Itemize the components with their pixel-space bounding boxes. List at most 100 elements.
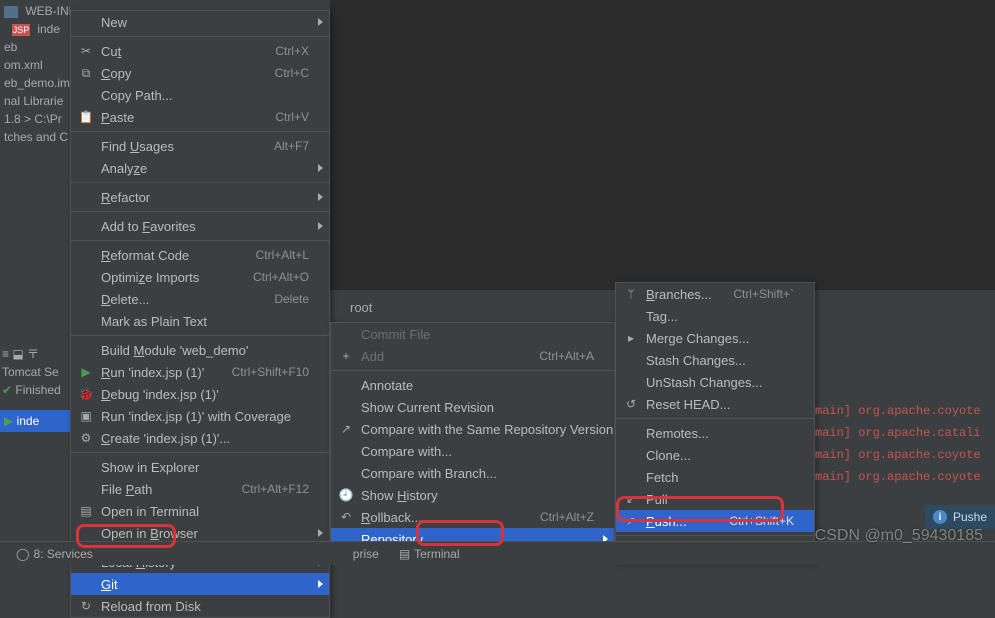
menu-item-new[interactable]: New [71, 11, 329, 33]
menu-item-show-current-revision[interactable]: Show Current Revision [331, 396, 614, 418]
menu-item-commit-file: Commit File [331, 323, 614, 345]
blank-icon [77, 137, 95, 155]
menu-item-clone[interactable]: Clone... [616, 444, 814, 466]
tree-item[interactable]: tches and C [4, 128, 66, 146]
blank-icon [77, 312, 95, 330]
prise-tab[interactable]: prise [353, 547, 379, 561]
menu-item-label: Build Module 'web_demo' [101, 343, 309, 358]
menu-item-cut[interactable]: ✂CutCtrl+X [71, 40, 329, 62]
menu-item-unstash-changes[interactable]: UnStash Changes... [616, 371, 814, 393]
menu-item-debug-index-jsp-1[interactable]: 🐞Debug 'index.jsp (1)' [71, 383, 329, 405]
menu-item-label: Run 'index.jsp (1)' [101, 365, 222, 380]
tree-folder[interactable]: WEB-INF [4, 2, 66, 20]
menu-item-analyze[interactable]: Analyze [71, 157, 329, 179]
menu-item-reload-from-disk[interactable]: ↻Reload from Disk [71, 595, 329, 617]
context-menu-file[interactable]: New ✂CutCtrl+X⧉CopyCtrl+CCopy Path...📋Pas… [70, 10, 330, 618]
menu-item-stash-changes[interactable]: Stash Changes... [616, 349, 814, 371]
menu-item-create-index-jsp-1[interactable]: ⚙Create 'index.jsp (1)'... [71, 427, 329, 449]
menu-item-tag[interactable]: Tag... [616, 305, 814, 327]
blank-icon [77, 86, 95, 104]
menu-item-pull[interactable]: ↙ Pull [616, 488, 814, 510]
menu-separator [71, 182, 329, 183]
menu-item-reset-head[interactable]: ↺Reset HEAD... [616, 393, 814, 415]
menu-separator [616, 535, 814, 536]
menu-item-compare-with-the-same-repository-version[interactable]: ↗Compare with the Same Repository Versio… [331, 418, 614, 440]
menu-item-branches[interactable]: ᛘBranches...Ctrl+Shift+` [616, 283, 814, 305]
menu-item-copy-path[interactable]: Copy Path... [71, 84, 329, 106]
menu-item-find-usages[interactable]: Find UsagesAlt+F7 [71, 135, 329, 157]
terminal-tab[interactable]: ▤ Terminal [399, 547, 460, 561]
menu-item-git[interactable]: Git [71, 573, 329, 595]
menu-separator [71, 240, 329, 241]
chevron-right-icon [318, 164, 323, 172]
tool-title[interactable]: Tomcat Se [0, 363, 70, 381]
menu-item-label: Commit File [361, 327, 594, 342]
menu-item-delete[interactable]: Delete...Delete [71, 288, 329, 310]
menu-item-compare-with[interactable]: Compare with... [331, 440, 614, 462]
pull-icon: ↙ [622, 490, 640, 508]
tree-file[interactable]: JSP inde [4, 20, 66, 38]
menu-separator [616, 418, 814, 419]
tree-item[interactable]: om.xml [4, 56, 66, 74]
menu-item-push[interactable]: ↗Push...Ctrl+Shift+K [616, 510, 814, 532]
menu-item-run-index-jsp-1-with-coverage[interactable]: ▣Run 'index.jsp (1)' with Coverage [71, 405, 329, 427]
console-line: main] org.apache.catali [815, 422, 995, 444]
tree-item[interactable]: 1.8 > C:\Pr [4, 110, 66, 128]
menu-item-shortcut: Ctrl+Alt+F12 [242, 482, 309, 496]
menu-item-label: Add to Favorites [101, 219, 309, 234]
blank-icon [622, 424, 640, 442]
menu-item-label: Stash Changes... [646, 353, 794, 368]
tree-item[interactable]: eb [4, 38, 66, 56]
menu-item-show-history[interactable]: 🕘Show History [331, 484, 614, 506]
menu-item-compare-with-branch[interactable]: Compare with Branch... [331, 462, 614, 484]
menu-item-reformat-code[interactable]: Reformat CodeCtrl+Alt+L [71, 244, 329, 266]
menu-item-add-to-favorites[interactable]: Add to Favorites [71, 215, 329, 237]
tool-toolbar[interactable]: ≡ ⬓ 〒 [0, 345, 70, 363]
menu-item-add: +AddCtrl+Alt+A [331, 345, 614, 367]
services-tab[interactable]: ◯ 8: Services [16, 547, 93, 561]
context-menu-repository[interactable]: ᛘBranches...Ctrl+Shift+`Tag...▸Merge Cha… [615, 282, 815, 562]
project-tree[interactable]: WEB-INF JSP inde eb om.xml eb_demo.im na… [0, 0, 70, 565]
menu-item-label: Delete... [101, 292, 264, 307]
chevron-right-icon [318, 193, 323, 201]
chevron-right-icon [318, 222, 323, 230]
compare-with-the-same-repository-version-icon: ↗ [337, 420, 355, 438]
menu-item-label: Fetch [646, 470, 794, 485]
menu-item-mark-as-plain-text[interactable]: Mark as Plain Text [71, 310, 329, 332]
menu-item-rollback[interactable]: ↶Rollback...Ctrl+Alt+Z [331, 506, 614, 528]
menu-item-open-in-terminal[interactable]: ▤Open in Terminal [71, 500, 329, 522]
menu-item-paste[interactable]: 📋PasteCtrl+V [71, 106, 329, 128]
blank-icon [77, 268, 95, 286]
menu-item-optimize-imports[interactable]: Optimize ImportsCtrl+Alt+O [71, 266, 329, 288]
menu-item-shortcut: Ctrl+Alt+A [539, 349, 594, 363]
active-file-tab[interactable]: ▶ inde [0, 410, 70, 432]
menu-item-label: Clone... [646, 448, 794, 463]
tree-item[interactable]: eb_demo.im [4, 74, 66, 92]
menu-item-fetch[interactable]: Fetch [616, 466, 814, 488]
console-output: main] org.apache.coyote main] org.apache… [815, 400, 995, 488]
menu-item-run-index-jsp-1[interactable]: ▶Run 'index.jsp (1)'Ctrl+Shift+F10 [71, 361, 329, 383]
menu-item-annotate[interactable]: Annotate [331, 374, 614, 396]
menu-item-show-in-explorer[interactable]: Show in Explorer [71, 456, 329, 478]
menu-item-shortcut: Ctrl+Alt+O [253, 270, 309, 284]
menu-item-file-path[interactable]: File PathCtrl+Alt+F12 [71, 478, 329, 500]
file-label: inde [37, 22, 60, 36]
menu-item-merge-changes[interactable]: ▸Merge Changes... [616, 327, 814, 349]
tool-status: ✔ Finished [0, 381, 70, 399]
context-menu-git[interactable]: Commit File +AddCtrl+Alt+A Annotate Show Cu… [330, 322, 615, 551]
push-notification[interactable]: i Pushe [925, 505, 995, 529]
menu-item-label: Remotes... [646, 426, 794, 441]
menu-separator [71, 335, 329, 336]
menu-item-label: Show Current Revision [361, 400, 594, 415]
menu-item-label: Merge Changes... [646, 331, 794, 346]
menu-item-label: Reset HEAD... [646, 397, 794, 412]
menu-item-remotes[interactable]: Remotes... [616, 422, 814, 444]
console-line: main] org.apache.coyote [815, 466, 995, 488]
blank-icon [622, 446, 640, 464]
menu-item-label: Pull [646, 492, 794, 507]
menu-item-label: UnStash Changes... [646, 375, 794, 390]
tree-item[interactable]: nal Librarie [4, 92, 66, 110]
menu-item-refactor[interactable]: Refactor [71, 186, 329, 208]
menu-item-build-module-web-demo[interactable]: Build Module 'web_demo' [71, 339, 329, 361]
menu-item-copy[interactable]: ⧉CopyCtrl+C [71, 62, 329, 84]
